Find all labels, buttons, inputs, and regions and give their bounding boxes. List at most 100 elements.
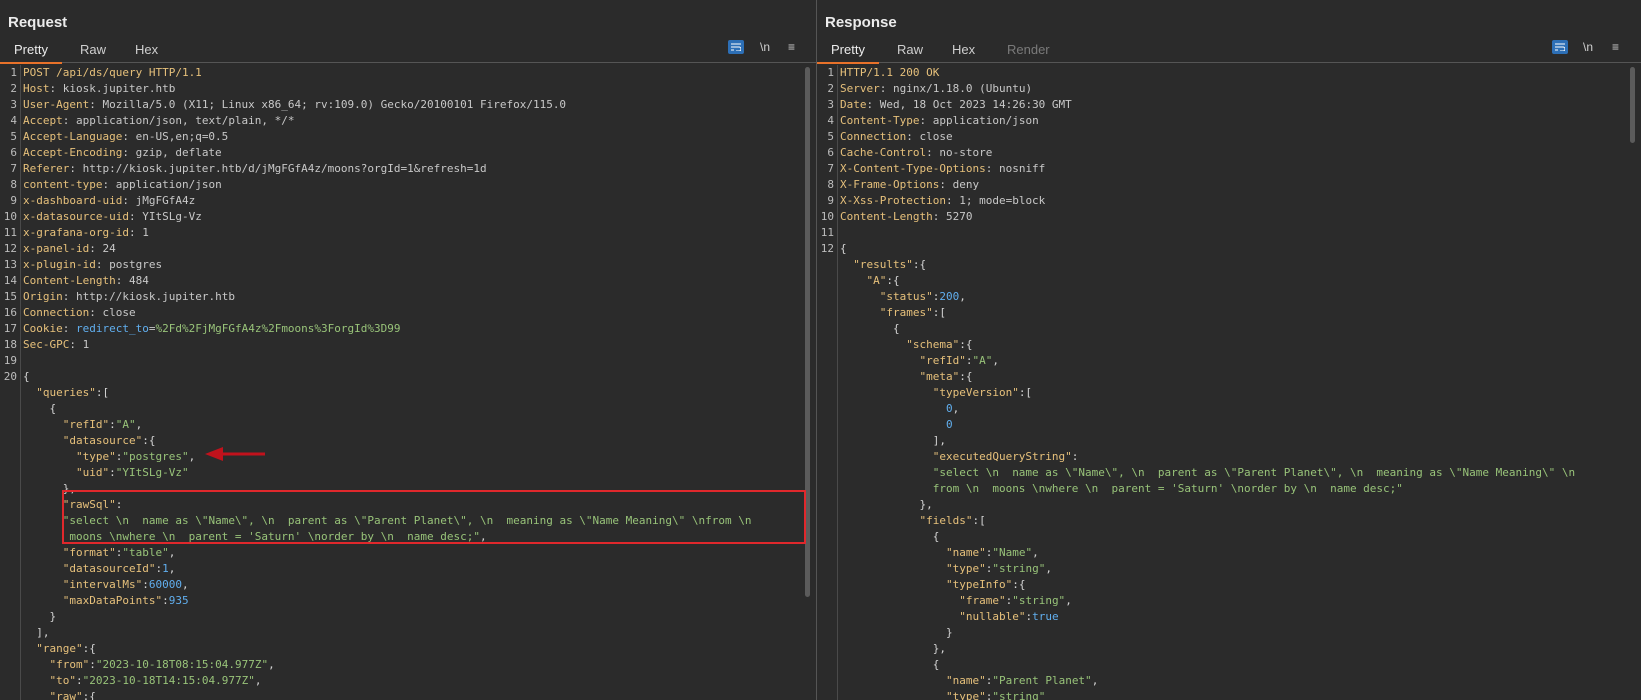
code-token: {: [840, 530, 940, 543]
code-token: true: [1032, 610, 1059, 623]
newline-toggle[interactable]: \n: [1583, 40, 1593, 54]
tab-pretty[interactable]: Pretty: [0, 42, 62, 64]
response-editor[interactable]: 1 2 3 4 5 6 7 8 9 10 11 12 HTTP/1.1 200 OK Server: n…: [817, 65, 1641, 700]
code-token: "Parent Planet": [992, 674, 1092, 687]
code-token: }: [23, 610, 57, 623]
code-token: "frames": [879, 306, 933, 319]
tab-hex[interactable]: Hex: [952, 42, 975, 57]
code-token: Accept-Language: [23, 130, 123, 143]
code-token: X-Frame-Options: [840, 178, 940, 191]
code-token: "format": [62, 546, 116, 559]
code-token: : Wed, 18 Oct 2023 14:26:30 GMT: [866, 98, 1072, 111]
code-line: Accept: application/json, text/plain, */…: [23, 113, 295, 129]
code-token: },: [840, 498, 933, 511]
tab-raw[interactable]: Raw: [80, 42, 106, 57]
code-line: Content-Length: 5270: [840, 209, 972, 225]
code-token: :{: [1012, 578, 1026, 591]
code-token: "string": [992, 562, 1046, 575]
code-token: "raw": [49, 690, 83, 700]
code-token: "2023-10-18T14:15:04.977Z": [82, 674, 255, 687]
code-token: : nginx/1.18.0 (Ubuntu): [879, 82, 1033, 95]
code-token: :: [109, 466, 116, 479]
code-line: x-plugin-id: postgres: [23, 257, 162, 273]
line-number: 14: [3, 274, 17, 287]
line-number: 11: [820, 226, 834, 239]
code-token: x-plugin-id: [23, 258, 96, 271]
code-token: : 5270: [932, 210, 973, 223]
line-number: 7: [10, 162, 17, 175]
code-line: "type":"postgres",: [23, 449, 195, 465]
response-scrollbar[interactable]: [1630, 67, 1635, 143]
menu-icon[interactable]: ≡: [788, 40, 795, 54]
tab-raw[interactable]: Raw: [897, 42, 923, 57]
code-line: HTTP/1.1 200 OK: [840, 65, 939, 81]
code-token: : close: [89, 306, 136, 319]
code-line: 0,: [840, 401, 959, 417]
code-token: 200: [939, 290, 960, 303]
code-token: X-Content-Type-Options: [840, 162, 986, 175]
code-token: ,: [168, 562, 176, 575]
code-line: "datasource":{: [23, 433, 156, 449]
code-token: "type": [75, 450, 116, 463]
code-token: "schema": [906, 338, 960, 351]
line-number: 19: [3, 354, 17, 367]
code-line: 0: [840, 417, 953, 433]
newline-toggle[interactable]: \n: [760, 40, 770, 54]
code-token: ,: [1065, 594, 1072, 607]
code-token: ,: [1045, 562, 1052, 575]
tab-hex[interactable]: Hex: [135, 42, 158, 57]
code-token: User-Agent: [23, 98, 90, 111]
code-token: "name": [945, 674, 986, 687]
code-token: "type": [945, 562, 986, 575]
menu-icon[interactable]: ≡: [1612, 40, 1619, 54]
code-line: "name":"Name",: [840, 545, 1039, 561]
code-line: POST /api/ds/query HTTP/1.1: [23, 65, 202, 81]
code-line: "frame":"string",: [840, 593, 1072, 609]
code-line: x-dashboard-uid: jMgFGfA4z: [23, 193, 195, 209]
code-token: 935: [168, 594, 189, 607]
code-token: content-type: [23, 178, 103, 191]
code-token: redirect_to: [76, 322, 149, 335]
code-line: {: [840, 241, 847, 257]
code-token: }: [840, 626, 953, 639]
response-code[interactable]: HTTP/1.1 200 OK Server: nginx/1.18.0 (Ubu…: [840, 65, 1629, 700]
code-token: Referer: [23, 162, 70, 175]
code-line: {: [840, 657, 940, 673]
request-editor[interactable]: 1 2 3 4 5 6 7 8 9 10 11 12 13 14 15 16 17 18 19 20 POST /ap…: [0, 65, 816, 700]
tab-render[interactable]: Render: [1007, 42, 1050, 57]
line-number: 4: [10, 114, 17, 127]
code-token: Sec-GPC: [23, 338, 70, 351]
word-wrap-icon[interactable]: [728, 40, 744, 54]
code-token: "results": [853, 258, 913, 271]
code-token: "Name": [992, 546, 1033, 559]
code-token: Origin: [23, 290, 63, 303]
tab-pretty[interactable]: Pretty: [817, 42, 879, 64]
line-number: 8: [10, 178, 17, 191]
code-token: ,: [1091, 674, 1099, 687]
code-line: "format":"table",: [23, 545, 176, 561]
code-line: Content-Type: application/json: [840, 113, 1039, 129]
code-token: "string": [992, 690, 1046, 700]
code-line: },: [840, 497, 933, 513]
code-token: : 1: [128, 226, 149, 239]
line-number: 1: [10, 66, 17, 79]
code-line: Server: nginx/1.18.0 (Ubuntu): [840, 81, 1032, 97]
code-token: : no-store: [926, 146, 993, 159]
word-wrap-icon[interactable]: [1552, 40, 1568, 54]
code-token: :{: [82, 642, 96, 655]
request-code[interactable]: POST /api/ds/query HTTP/1.1 Host: kiosk.j…: [23, 65, 804, 700]
code-token: ],: [840, 434, 946, 447]
code-token: "fields": [919, 514, 973, 527]
code-token: "table": [122, 546, 169, 559]
code-token: "meta": [919, 370, 960, 383]
line-number: 12: [820, 242, 834, 255]
